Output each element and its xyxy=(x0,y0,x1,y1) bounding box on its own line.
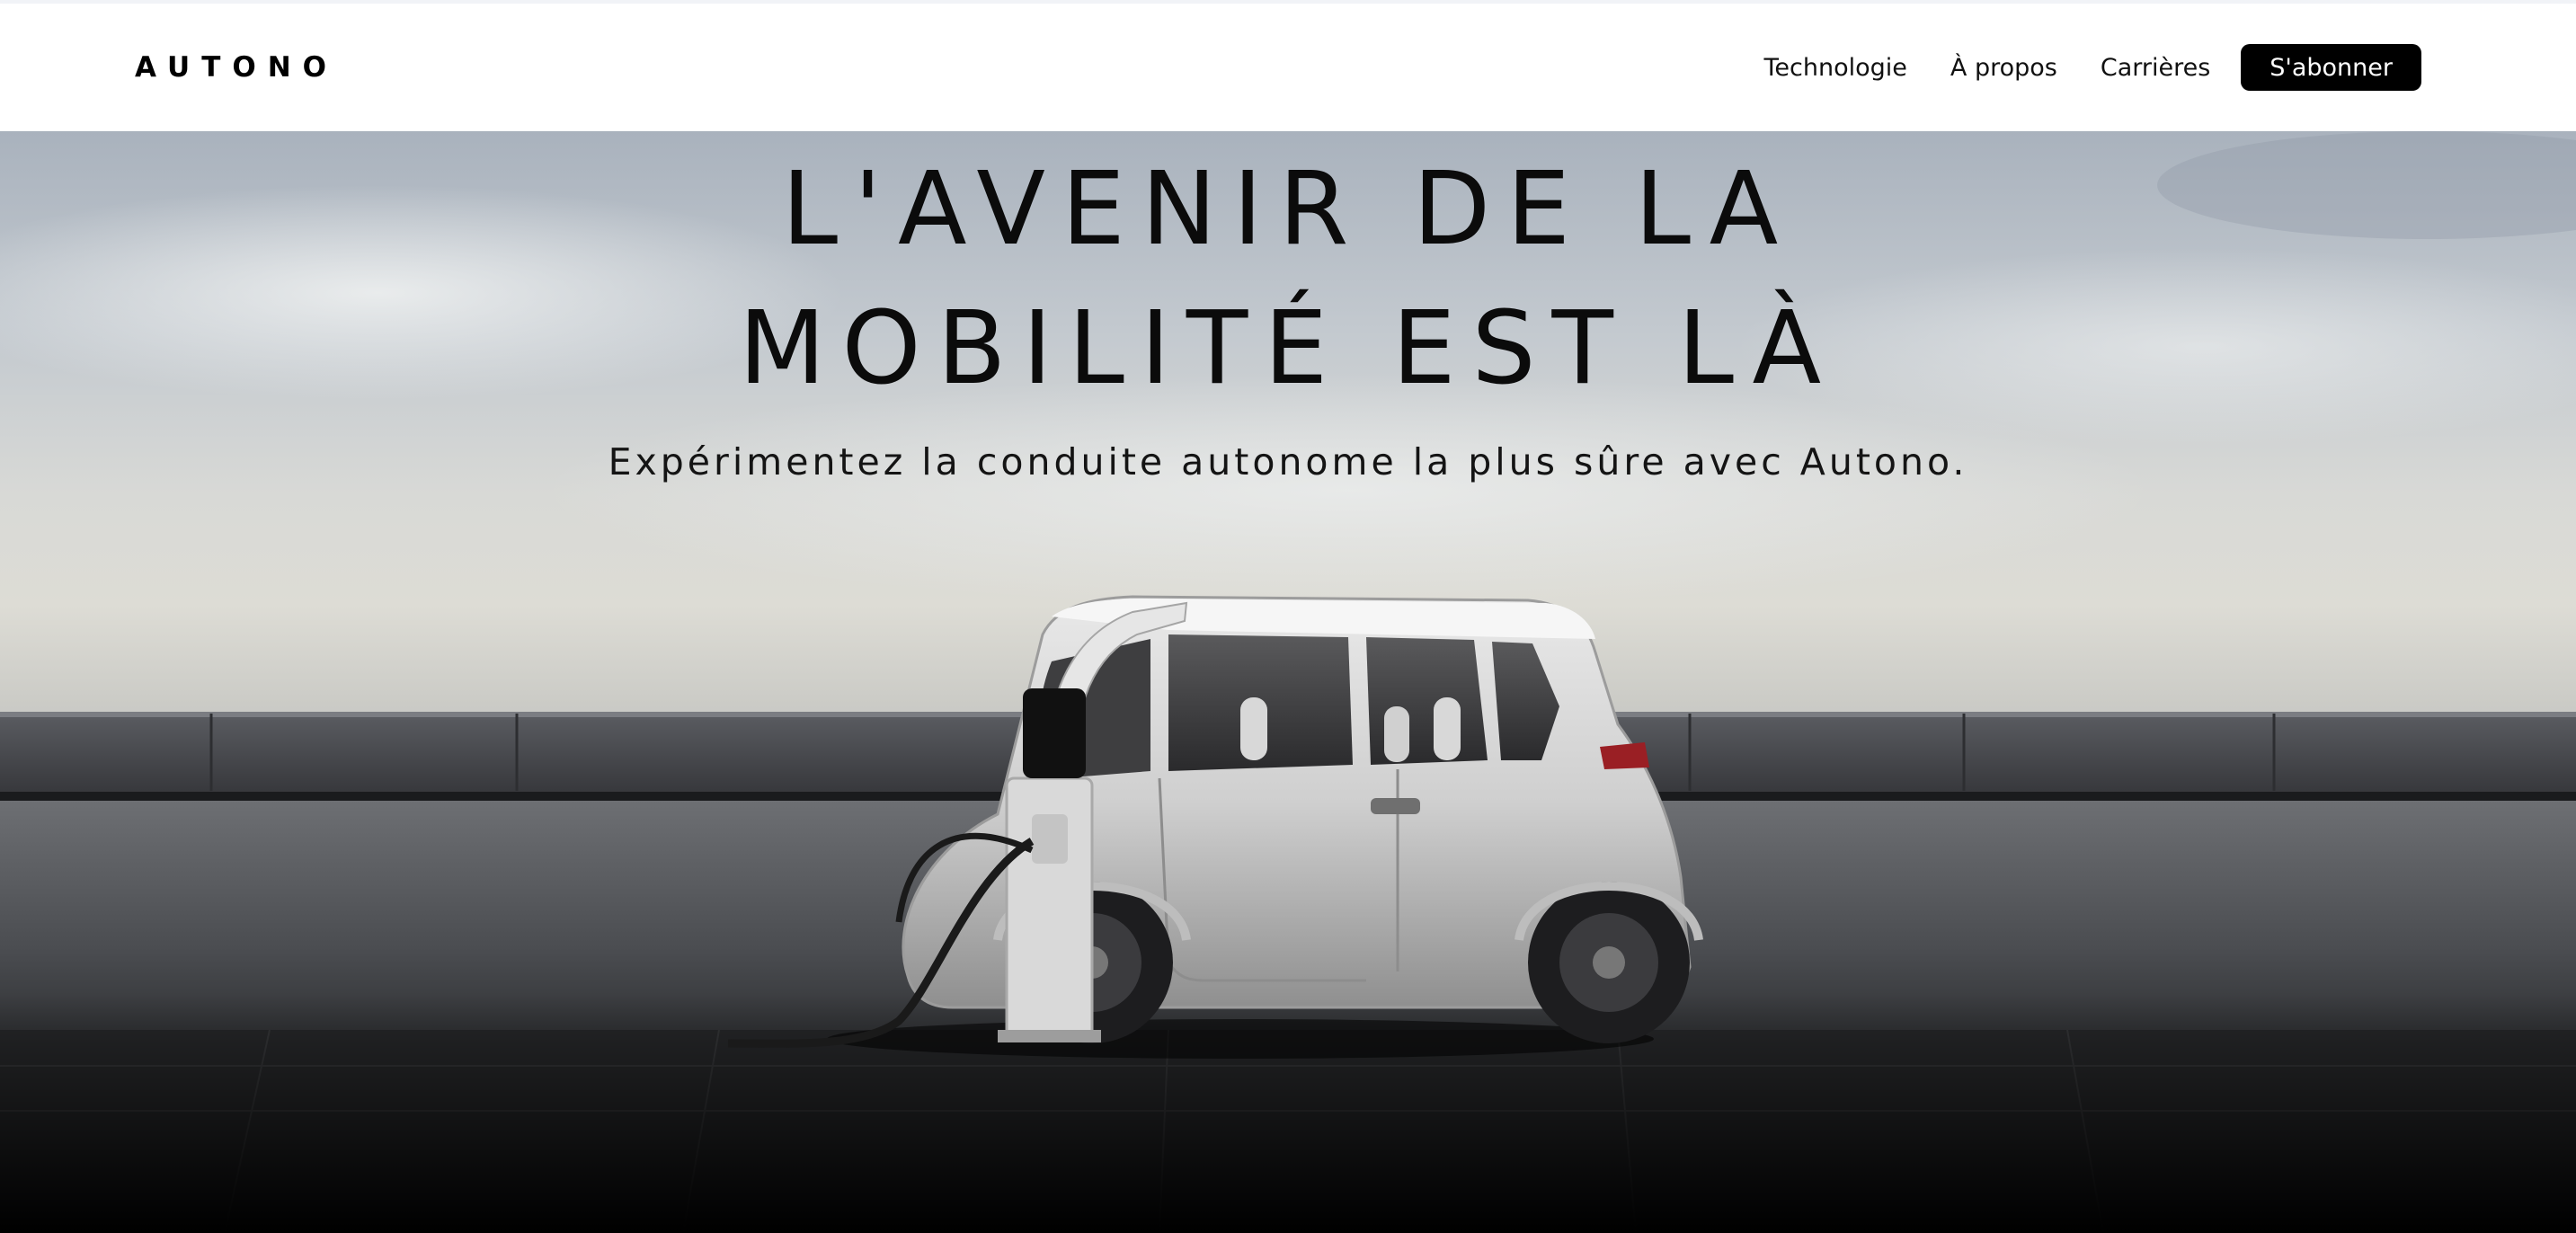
main-nav: Technologie À propos Carrières S'abonner xyxy=(1721,44,2421,91)
nav-link-technologie[interactable]: Technologie xyxy=(1764,54,1907,82)
hero-title-line-2: MOBILITÉ EST LÀ xyxy=(738,290,1838,407)
hero-title-line-1: L'AVENIR DE LA xyxy=(781,151,1795,268)
nav-link-carrieres[interactable]: Carrières xyxy=(2101,54,2210,82)
brand-logo[interactable]: AUTONO xyxy=(135,51,338,84)
page: AUTONO Technologie À propos Carrières S'… xyxy=(0,0,2576,1233)
nav-link-a-propos[interactable]: À propos xyxy=(1950,54,2057,82)
hero-section: L'AVENIR DE LA MOBILITÉ EST LÀ Expérimen… xyxy=(0,131,2576,1233)
hero-subtitle: Expérimentez la conduite autonome la plu… xyxy=(608,440,1968,483)
hero-title: L'AVENIR DE LA MOBILITÉ EST LÀ xyxy=(0,140,2576,419)
subscribe-button[interactable]: S'abonner xyxy=(2241,44,2421,91)
site-header: AUTONO Technologie À propos Carrières S'… xyxy=(0,0,2576,131)
